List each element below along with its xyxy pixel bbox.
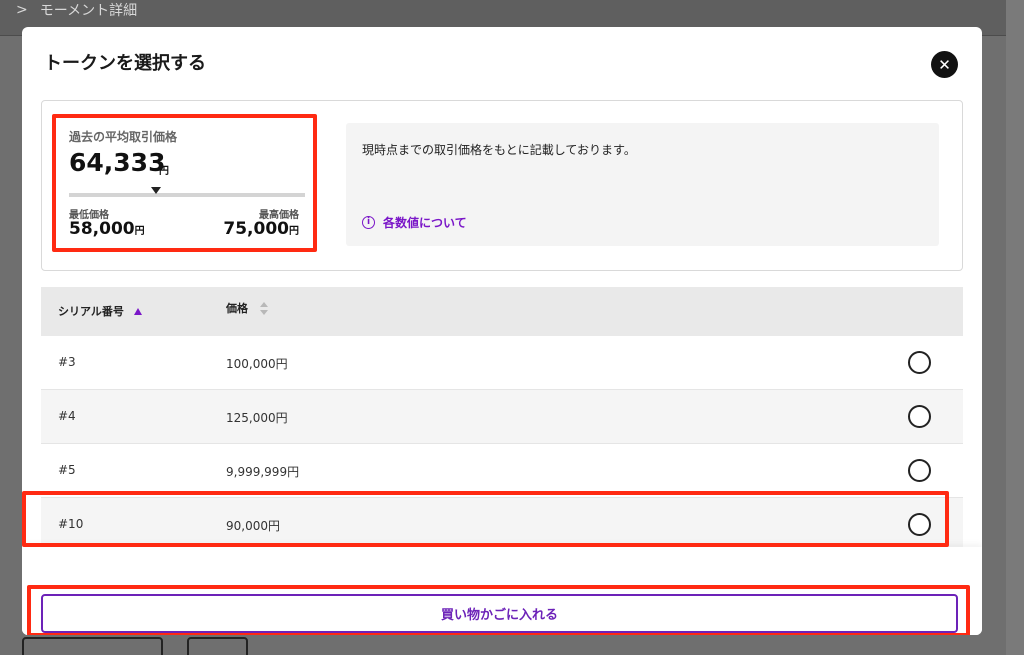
max-price-unit: 円	[289, 226, 299, 237]
serial-cell: #3	[58, 355, 76, 369]
average-price-label: 過去の平均取引価格	[69, 130, 178, 144]
close-button[interactable]: ✕	[931, 51, 958, 78]
select-radio[interactable]	[908, 351, 931, 374]
modal-title: トークンを選択する	[44, 53, 206, 74]
average-price-unit: 円	[159, 166, 169, 177]
close-icon: ✕	[938, 55, 951, 74]
max-price-number: 75,000	[223, 219, 289, 239]
price-column-header[interactable]: 価格	[226, 300, 268, 316]
select-radio[interactable]	[908, 459, 931, 482]
max-price-value: 75,000円	[223, 219, 299, 239]
price-note-box: 現時点までの取引価格をもとに記載しております。 i 各数値について	[346, 123, 939, 246]
price-cell: 9,999,999円	[226, 465, 300, 479]
price-note-text: 現時点までの取引価格をもとに記載しております。	[362, 143, 636, 157]
min-price-value: 58,000円	[69, 219, 145, 239]
table-row[interactable]: #3 100,000円	[41, 336, 963, 390]
about-values-link[interactable]: i 各数値について	[362, 214, 467, 231]
serial-column-header[interactable]: シリアル番号	[58, 303, 142, 319]
table-row[interactable]: #5 9,999,999円	[41, 444, 963, 498]
selected-row-highlight	[22, 491, 949, 547]
about-values-link-label: 各数値について	[383, 216, 467, 230]
breadcrumb: > モーメント詳細	[16, 0, 137, 20]
serial-cell: #4	[58, 409, 76, 423]
breadcrumb-title: モーメント詳細	[39, 3, 138, 19]
table-row[interactable]: #4 125,000円	[41, 390, 963, 444]
min-price-number: 58,000	[69, 219, 135, 239]
select-radio[interactable]	[908, 405, 931, 428]
background-button	[187, 637, 248, 655]
info-icon: i	[362, 216, 375, 229]
average-price-value: 64,333	[69, 148, 166, 177]
price-range-track	[69, 193, 305, 197]
breadcrumb-arrow: >	[16, 2, 28, 18]
background-scrollbar	[1006, 0, 1024, 655]
serial-header-label: シリアル番号	[58, 305, 124, 318]
serial-cell: #5	[58, 463, 76, 477]
price-cell: 100,000円	[226, 357, 288, 371]
sort-icon	[260, 301, 268, 315]
price-summary-card: 過去の平均取引価格 64,333 円 最低価格 最高価格 58,000円 75,…	[41, 100, 963, 271]
price-header-label: 価格	[226, 302, 248, 315]
cart-button-highlight: 買い物かごに入れる	[27, 585, 970, 635]
sort-ascending-icon	[133, 307, 142, 315]
price-cell: 125,000円	[226, 411, 288, 425]
average-price-marker-icon	[151, 187, 162, 194]
add-to-cart-button[interactable]: 買い物かごに入れる	[41, 594, 958, 633]
background-button	[22, 637, 163, 655]
average-price-panel: 過去の平均取引価格 64,333 円 最低価格 最高価格 58,000円 75,…	[52, 114, 317, 252]
modal-footer: 買い物かごに入れる	[22, 547, 982, 635]
min-price-unit: 円	[134, 226, 145, 237]
table-header: シリアル番号 価格	[41, 287, 963, 336]
